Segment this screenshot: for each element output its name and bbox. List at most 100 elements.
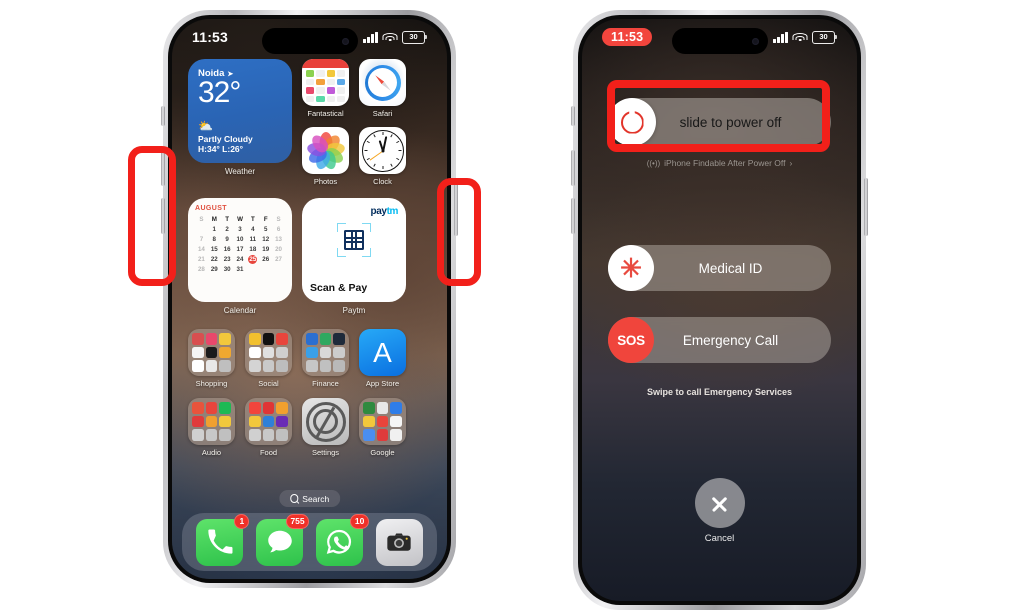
weather-temperature: 32° xyxy=(198,76,241,109)
side-power-button[interactable] xyxy=(864,178,868,236)
volume-down-button-right[interactable] xyxy=(571,198,575,234)
calendar-dow: F xyxy=(263,216,268,223)
app-label: Photos xyxy=(313,177,338,186)
medical-id-label: Medical ID xyxy=(698,260,763,276)
whatsapp-icon xyxy=(327,529,352,554)
weather-widget[interactable]: Noida ➤ 32° ⛅ Partly Cloudy H:34° L:26° xyxy=(188,59,292,163)
calendar-day: 30 xyxy=(223,266,231,273)
calendar-day: 27 xyxy=(275,256,282,263)
calendar-day: 28 xyxy=(197,266,205,273)
status-time-recording: 11:53 xyxy=(602,28,653,46)
app-photos[interactable]: Photos xyxy=(302,127,349,186)
calendar-day: 13 xyxy=(275,236,282,243)
chevron-right-icon: › xyxy=(789,158,793,168)
calendar-dow: M xyxy=(211,216,217,223)
calendar-day: 17 xyxy=(236,246,244,253)
battery-icon: 30 xyxy=(402,30,427,44)
app-food[interactable]: Food xyxy=(245,398,292,457)
close-x-icon xyxy=(710,494,729,513)
calendar-dow: S xyxy=(276,216,281,223)
calendar-blank xyxy=(195,225,208,234)
search-pill[interactable]: Search xyxy=(278,490,341,507)
cancel-button[interactable]: Cancel xyxy=(694,478,745,544)
swipe-note: Swipe to call Emergency Services xyxy=(646,387,793,397)
dock-app-messages[interactable]: 755 xyxy=(256,513,310,566)
calendar-day: 5 xyxy=(263,226,268,233)
left-phone-device: 11:53 30 Noida ➤ 32° ⛅ Partly Cloudy H:3… xyxy=(161,10,458,588)
paytm-action-label: Scan & Pay xyxy=(310,282,368,294)
calendar-day: 26 xyxy=(262,256,270,263)
camera-icon xyxy=(387,533,411,551)
calendar-widget[interactable]: AUGUST S M T W T F S 1 2 3 4 5 6 7 8 9 10 11 12 13 14 15 16 17 1… xyxy=(188,198,292,302)
app-audio[interactable]: Audio xyxy=(188,398,235,457)
calendar-day: 8 xyxy=(212,236,216,243)
mute-switch[interactable] xyxy=(161,106,165,126)
cancel-circle[interactable] xyxy=(694,478,745,528)
findable-row[interactable]: ((•)) iPhone Findable After Power Off › xyxy=(582,158,857,168)
sos-knob[interactable]: SOS xyxy=(608,317,654,363)
app-label: Food xyxy=(259,448,278,457)
left-phone-screen: 11:53 30 Noida ➤ 32° ⛅ Partly Cloudy H:3… xyxy=(172,19,447,579)
medical-star-icon: ✳ xyxy=(620,253,642,283)
app-social[interactable]: Social xyxy=(245,329,292,388)
dock-app-camera[interactable] xyxy=(375,518,423,566)
calendar-day: 23 xyxy=(223,256,231,263)
paytm-logo-part-a: pay xyxy=(370,206,387,217)
folder-icon xyxy=(188,329,235,376)
search-label: Search xyxy=(302,493,330,504)
app-row-1: Fantastical Safari xyxy=(302,59,406,118)
status-indicators-right: 30 xyxy=(773,30,837,44)
volume-up-button-right[interactable] xyxy=(571,150,575,186)
clock-face-icon xyxy=(359,127,406,174)
battery-level: 30 xyxy=(409,32,418,42)
folder-icon xyxy=(245,398,292,445)
app-row-2: Photos Clock xyxy=(302,127,406,186)
cancel-label: Cancel xyxy=(704,533,735,544)
mute-switch-right[interactable] xyxy=(571,106,575,126)
photos-pinwheel-icon xyxy=(302,127,349,174)
right-status-bar: 11:53 30 xyxy=(582,19,857,55)
app-safari[interactable]: Safari xyxy=(359,59,406,118)
calendar-day: 14 xyxy=(197,246,205,253)
partly-cloudy-icon: ⛅ xyxy=(198,119,213,133)
calendar-widget-wrap: AUGUST S M T W T F S 1 2 3 4 5 6 7 8 9 10 11 12 13 14 15 16 17 1… xyxy=(188,198,292,315)
app-fantastical[interactable]: Fantastical xyxy=(302,59,349,118)
app-label: App Store xyxy=(365,379,400,388)
folder-icon xyxy=(245,329,292,376)
dock-app-phone[interactable]: 1 xyxy=(196,513,250,566)
dock-app-whatsapp[interactable]: 10 xyxy=(315,513,369,566)
calendar-month: AUGUST xyxy=(195,205,227,212)
calendar-day: 10 xyxy=(236,236,244,243)
app-google[interactable]: Google xyxy=(359,398,406,457)
calendar-day: 29 xyxy=(210,266,218,273)
app-finance[interactable]: Finance xyxy=(302,329,349,388)
app-shopping[interactable]: Shopping xyxy=(188,329,235,388)
weather-condition: Partly Cloudy xyxy=(198,134,253,144)
medical-id-slider[interactable]: ✳ Medical ID xyxy=(608,245,831,291)
folder-row-1: Shopping Social Finance A App Store xyxy=(188,329,431,388)
app-label: Settings xyxy=(311,448,340,457)
app-clock[interactable]: Clock xyxy=(359,127,406,186)
status-time: 11:53 xyxy=(192,29,229,45)
dock: 1 755 10 xyxy=(182,513,437,571)
folder-row-2: Audio Food Settings Google xyxy=(188,398,431,457)
emergency-call-slider[interactable]: SOS Emergency Call xyxy=(608,317,831,363)
calendar-day: 11 xyxy=(249,236,257,243)
widget-row-2: AUGUST S M T W T F S 1 2 3 4 5 6 7 8 9 10 11 12 13 14 15 16 17 1… xyxy=(188,198,431,315)
paytm-widget[interactable]: paytm Scan & Pay xyxy=(302,198,406,302)
calendar-day: 7 xyxy=(199,236,204,243)
weather-high-low: H:34° L:26° xyxy=(198,144,244,154)
app-settings[interactable]: Settings xyxy=(302,398,349,457)
calendar-widget-label: Calendar xyxy=(223,306,257,315)
calendar-day: 24 xyxy=(236,256,244,263)
calendar-day: 25 xyxy=(248,255,258,264)
wifi-icon xyxy=(792,32,808,43)
badge: 755 xyxy=(285,513,310,529)
app-label: Finance xyxy=(312,379,339,388)
app-app-store[interactable]: A App Store xyxy=(359,329,406,388)
qr-scan-icon xyxy=(337,223,371,257)
calendar-day: 21 xyxy=(197,256,205,263)
badge: 10 xyxy=(350,513,369,529)
weather-widget-wrap: Noida ➤ 32° ⛅ Partly Cloudy H:34° L:26° … xyxy=(188,59,292,186)
medical-id-knob[interactable]: ✳ xyxy=(608,245,654,291)
